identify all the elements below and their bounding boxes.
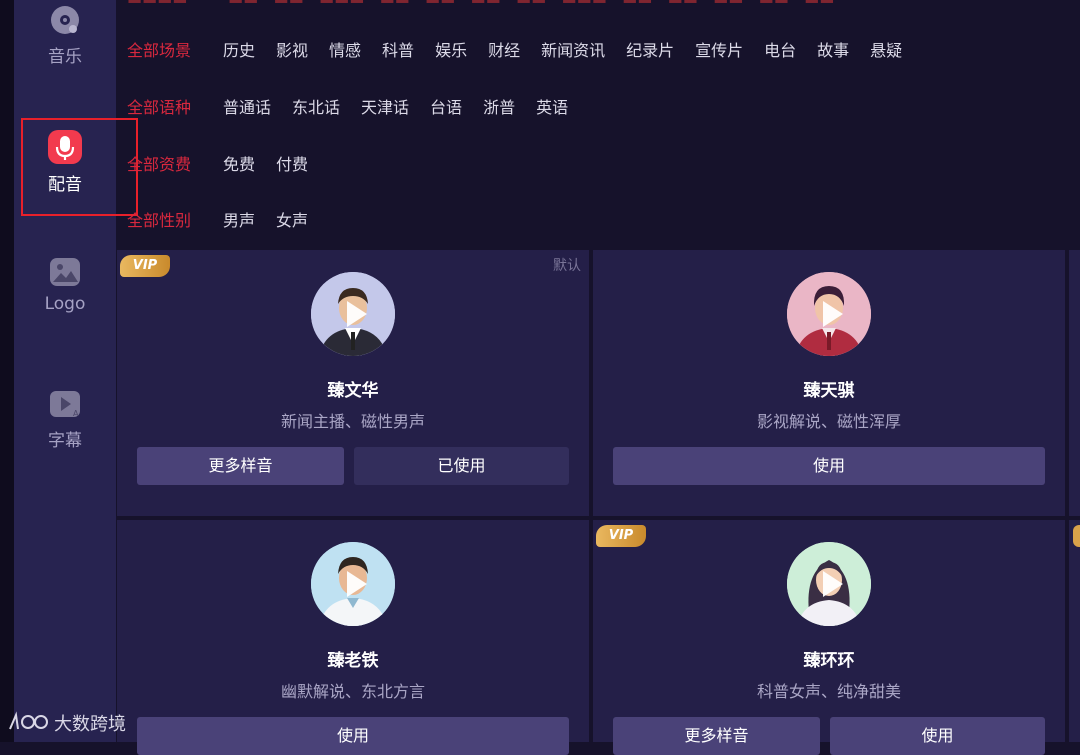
voice-name: 臻老铁 — [327, 651, 379, 671]
watermark: 大数跨境 — [8, 710, 126, 736]
avatar[interactable] — [311, 272, 395, 356]
svg-text:A: A — [73, 409, 79, 418]
vip-badge-partial — [1073, 525, 1080, 547]
filter-option[interactable]: 纪录片 — [626, 37, 674, 61]
filter-option[interactable]: 科普 — [382, 37, 414, 61]
filter-option[interactable]: 历史 — [223, 37, 255, 61]
sidebar-item-music[interactable]: 音乐 — [14, 4, 116, 67]
more-samples-button[interactable]: 更多样音 — [137, 447, 344, 485]
sidebar-item-label: 音乐 — [48, 47, 82, 67]
filter-all-fee[interactable]: 全部资费 — [127, 151, 223, 175]
more-samples-button[interactable]: 更多样音 — [613, 717, 820, 755]
filter-row-scene: 全部场景 历史 影视 情感 科普 娱乐 财经 新闻资讯 纪录片 宣传片 电台 故… — [127, 36, 923, 62]
filter-option[interactable]: 财经 — [488, 37, 520, 61]
filter-all-gender[interactable]: 全部性别 — [127, 207, 223, 231]
filter-option[interactable]: 影视 — [276, 37, 308, 61]
subtitle-icon: A — [50, 391, 80, 418]
filter-option[interactable]: 普通话 — [223, 94, 271, 118]
voice-name: 臻环环 — [803, 651, 855, 671]
filter-all-scene[interactable]: 全部场景 — [127, 37, 223, 61]
play-icon[interactable] — [823, 301, 843, 327]
filter-row-gender: 全部性别 男声 女声 — [127, 206, 329, 232]
use-button[interactable]: 使用 — [137, 717, 569, 755]
filter-option[interactable]: 台语 — [430, 94, 462, 118]
filter-option[interactable]: 东北话 — [292, 94, 340, 118]
watermark-logo-icon — [9, 711, 48, 730]
highlight-box — [21, 118, 138, 216]
voice-desc: 幽默解说、东北方言 — [280, 682, 425, 701]
voice-card-partial — [1069, 520, 1080, 742]
voice-card-partial — [1069, 250, 1080, 516]
play-icon[interactable] — [347, 301, 367, 327]
play-icon[interactable] — [347, 571, 367, 597]
watermark-text: 大数跨境 — [54, 714, 126, 735]
vip-badge: VIP — [120, 255, 170, 277]
voice-desc: 影视解说、磁性浑厚 — [756, 412, 901, 431]
play-icon[interactable] — [823, 571, 843, 597]
voice-card[interactable]: VIP 臻环环 科普女声、纯净甜美 更多样音 使用 — [593, 520, 1065, 755]
filter-option[interactable]: 男声 — [223, 207, 255, 231]
filter-row-language: 全部语种 普通话 东北话 天津话 台语 浙普 英语 — [127, 93, 589, 119]
use-button[interactable]: 使用 — [613, 447, 1045, 485]
voice-desc: 科普女声、纯净甜美 — [756, 682, 901, 701]
sidebar: 音乐 配音 Logo A 字幕 — [14, 0, 116, 742]
voice-card[interactable]: 臻天骐 影视解说、磁性浑厚 使用 — [593, 250, 1065, 516]
voice-name: 臻天骐 — [803, 381, 855, 401]
default-tag: 默认 — [553, 258, 581, 274]
filter-option[interactable]: 付费 — [276, 151, 308, 175]
voice-card[interactable]: VIP 默认 臻文华 新闻主播、磁性男声 更多样音 已使用 — [117, 250, 589, 516]
use-button[interactable]: 使用 — [830, 717, 1045, 755]
vip-badge: VIP — [596, 525, 646, 547]
filter-option[interactable]: 悬疑 — [870, 37, 902, 61]
filter-row-fee: 全部资费 免费 付费 — [127, 150, 329, 176]
music-disc-icon — [51, 6, 79, 34]
filter-option[interactable]: 浙普 — [483, 94, 515, 118]
filter-option[interactable]: 英语 — [536, 94, 568, 118]
used-button[interactable]: 已使用 — [354, 447, 569, 485]
filter-all-language[interactable]: 全部语种 — [127, 94, 223, 118]
filter-option[interactable]: 电台 — [764, 37, 796, 61]
avatar[interactable] — [787, 272, 871, 356]
filter-option[interactable]: 故事 — [817, 37, 849, 61]
sidebar-item-subtitle[interactable]: A 字幕 — [14, 388, 116, 451]
window-edge — [0, 0, 14, 742]
sidebar-item-label: 字幕 — [48, 431, 82, 451]
filter-option[interactable]: 免费 — [223, 151, 255, 175]
filter-option[interactable]: 新闻资讯 — [541, 37, 605, 61]
avatar[interactable] — [311, 542, 395, 626]
filter-option[interactable]: 宣传片 — [695, 37, 743, 61]
filter-option[interactable]: 情感 — [329, 37, 361, 61]
filter-option[interactable]: 女声 — [276, 207, 308, 231]
voice-card[interactable]: 臻老铁 幽默解说、东北方言 使用 — [117, 520, 589, 755]
sidebar-item-label: Logo — [44, 294, 86, 314]
sidebar-item-logo[interactable]: Logo — [14, 256, 116, 314]
filter-option[interactable]: 天津话 — [361, 94, 409, 118]
avatar[interactable] — [787, 542, 871, 626]
voice-desc: 新闻主播、磁性男声 — [280, 412, 425, 431]
voice-name: 臻文华 — [327, 381, 379, 401]
filter-row-partial: ■■■■ ■■ ■■ ■■■ ■■ ■■ ■■ ■■ ■■■ ■■ ■■ ■■ … — [127, 0, 834, 6]
filter-option[interactable]: 娱乐 — [435, 37, 467, 61]
image-icon — [50, 258, 80, 286]
